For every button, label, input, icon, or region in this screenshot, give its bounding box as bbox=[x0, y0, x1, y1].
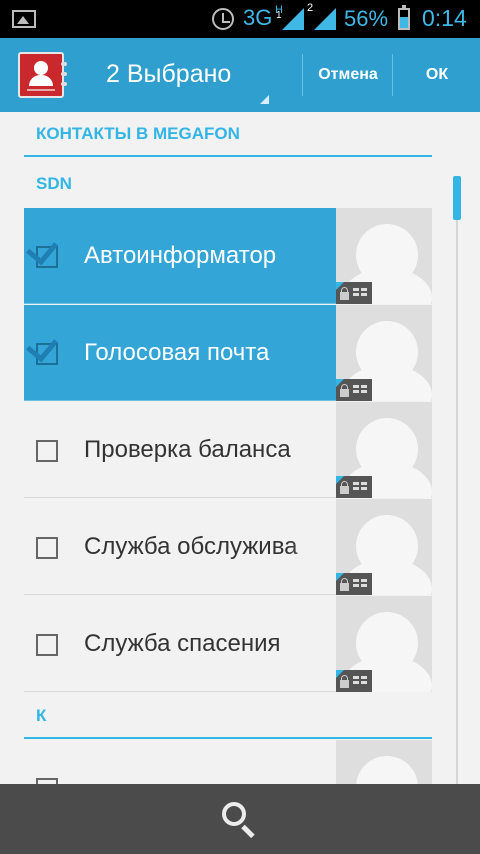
lock-icon bbox=[340, 481, 349, 494]
contact-name: Автоинформатор bbox=[84, 242, 277, 269]
contact-row[interactable]: Служба обслужива bbox=[24, 499, 432, 595]
sim-icon bbox=[353, 480, 369, 494]
sim1-label: 1 bbox=[276, 10, 282, 21]
avatar[interactable] bbox=[336, 208, 432, 304]
lock-icon bbox=[340, 578, 349, 591]
sim-contact-badge-icon bbox=[336, 379, 372, 401]
lock-icon bbox=[340, 287, 349, 300]
section-divider bbox=[24, 737, 432, 739]
contact-name: Голосовая почта bbox=[84, 339, 270, 366]
signal-icon bbox=[282, 8, 304, 30]
ring-icon bbox=[61, 72, 67, 76]
scrollbar-thumb[interactable] bbox=[453, 176, 461, 220]
action-bar: 2 Выбрано Отмена ОК bbox=[0, 38, 480, 112]
contact-name: Служба спасения bbox=[84, 630, 281, 657]
search-icon-handle bbox=[241, 824, 255, 839]
avatar[interactable] bbox=[336, 305, 432, 401]
contacts-app-icon[interactable] bbox=[18, 52, 67, 98]
divider bbox=[392, 54, 393, 96]
sim-icon bbox=[353, 383, 369, 397]
battery-percent: 56% bbox=[344, 6, 389, 31]
cancel-button[interactable]: Отмена bbox=[304, 38, 392, 112]
contact-row[interactable] bbox=[24, 740, 432, 784]
divider bbox=[302, 54, 303, 96]
avatar[interactable] bbox=[336, 402, 432, 498]
contact-row[interactable]: Голосовая почта bbox=[24, 305, 432, 401]
dropdown-indicator-icon bbox=[260, 95, 269, 104]
checkbox[interactable] bbox=[36, 634, 58, 656]
search-button[interactable] bbox=[210, 794, 270, 844]
sim-contact-badge-icon bbox=[336, 282, 372, 304]
contact-name bbox=[84, 740, 330, 784]
network-type: 3G bbox=[243, 5, 273, 30]
checkbox[interactable] bbox=[36, 537, 58, 559]
avatar-head bbox=[356, 756, 418, 784]
sim-icon bbox=[353, 577, 369, 591]
lock-icon bbox=[340, 675, 349, 688]
avatar[interactable] bbox=[336, 740, 432, 784]
contact-row[interactable]: Автоинформатор bbox=[24, 208, 432, 304]
divider bbox=[27, 89, 55, 91]
lock-icon bbox=[340, 384, 349, 397]
contact-name: Служба обслужива bbox=[84, 533, 298, 560]
battery-icon bbox=[398, 5, 410, 30]
section-header: К bbox=[36, 706, 47, 725]
sim-contact-badge-icon bbox=[336, 476, 372, 498]
person-icon bbox=[34, 61, 48, 75]
section-header: SDN bbox=[36, 174, 72, 193]
picture-icon bbox=[12, 10, 36, 28]
selection-count-dropdown[interactable]: 2 Выбрано bbox=[106, 60, 231, 89]
scrollbar-track[interactable] bbox=[456, 176, 458, 784]
sim2-label: 2 bbox=[307, 2, 314, 14]
contact-list[interactable]: КОНТАКТЫ В MEGAFON SDN Автоинформатор Го… bbox=[0, 112, 480, 784]
avatar[interactable] bbox=[336, 499, 432, 595]
ok-button[interactable]: ОК bbox=[394, 38, 480, 112]
sim-icon bbox=[353, 286, 369, 300]
sim-contact-badge-icon bbox=[336, 670, 372, 692]
checkbox[interactable] bbox=[36, 440, 58, 462]
contact-row[interactable]: Служба спасения bbox=[24, 596, 432, 692]
ring-icon bbox=[61, 62, 67, 66]
sim-contact-badge-icon bbox=[336, 573, 372, 595]
contact-name: Проверка баланса bbox=[84, 436, 291, 463]
ring-icon bbox=[61, 82, 67, 86]
bottom-bar bbox=[0, 784, 480, 854]
person-icon bbox=[29, 75, 53, 86]
section-header: КОНТАКТЫ В MEGAFON bbox=[36, 124, 240, 143]
clock: 0:14 bbox=[422, 5, 467, 31]
sim-icon bbox=[353, 674, 369, 688]
status-bar: 3G H 1 2 56% 0:14 bbox=[0, 0, 480, 38]
avatar[interactable] bbox=[336, 596, 432, 692]
section-divider bbox=[24, 155, 432, 157]
contact-row[interactable]: Проверка баланса bbox=[24, 402, 432, 498]
signal-icon bbox=[314, 8, 336, 30]
alarm-icon bbox=[212, 8, 234, 30]
search-icon bbox=[222, 802, 246, 826]
